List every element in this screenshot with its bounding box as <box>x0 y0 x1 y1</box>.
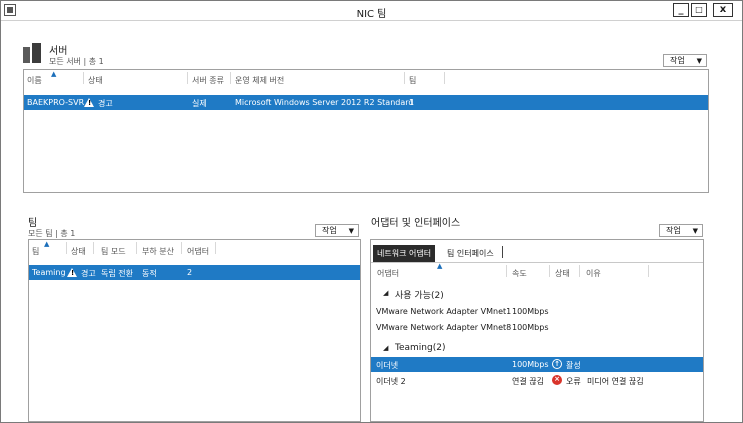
error-x-circle-icon: × <box>552 375 562 385</box>
chevron-down-icon: ▼ <box>692 227 698 235</box>
server-type: 실제 <box>192 99 207 108</box>
adapter-name: 이더넷 <box>376 361 399 370</box>
main-content: 서버 모든 서버 | 총 1 작업 ▼ ▲ 이름 상태 서버 종류 운영 체제 … <box>1 21 742 422</box>
col-header-speed[interactable]: 속도 <box>512 268 527 279</box>
servers-subtitle: 모든 서버 | 총 1 <box>49 57 104 66</box>
server-name: BAEKPRO-SVR <box>27 98 85 107</box>
adapter-name: 이더넷 2 <box>376 377 406 386</box>
adapter-speed: 100Mbps <box>512 360 549 369</box>
adapter-state: 활성 <box>566 361 581 370</box>
chevron-down-icon: ▼ <box>696 57 702 65</box>
table-row[interactable]: 이더넷 2 연결 끊김 × 오류 미디어 연결 끊김 <box>371 373 703 388</box>
collapse-triangle-icon[interactable]: ◢ <box>383 289 388 297</box>
sort-ascending-icon: ▲ <box>51 70 57 78</box>
servers-grid[interactable]: ▲ 이름 상태 서버 종류 운영 체제 버전 팀 BAEKPRO-SVR 경고 … <box>23 69 709 193</box>
servers-title: 서버 <box>49 46 68 57</box>
adapters-title: 어댑터 및 인터페이스 <box>371 218 461 229</box>
sort-ascending-icon: ▲ <box>437 262 443 270</box>
team-adapter-count: 2 <box>187 268 193 277</box>
col-header-team-mode[interactable]: 팀 모드 <box>101 246 126 257</box>
chevron-down-icon: ▼ <box>348 227 354 235</box>
col-header-reason[interactable]: 이유 <box>586 268 601 279</box>
adapter-speed: 연결 끊김 <box>512 377 544 386</box>
tab-team-interfaces[interactable]: 팀 인터페이스 <box>447 248 494 259</box>
teams-tasks-label: 작업 <box>322 226 337 235</box>
nic-team-window: NIC 팀 _ □ x 서버 모든 서버 | 총 1 작업 ▼ ▲ 이름 상태 … <box>0 0 743 423</box>
col-header-name[interactable]: 이름 <box>27 75 42 86</box>
adapters-panel: 네트워크 어댑터 팀 인터페이스 ▲ 어댑터 속도 상태 이유 ◢ 사용 가능(… <box>370 239 704 422</box>
tab-network-adapters[interactable]: 네트워크 어댑터 <box>373 245 436 262</box>
server-os: Microsoft Windows Server 2012 R2 Standar… <box>235 98 414 107</box>
adapters-tasks-button[interactable]: 작업 ▼ <box>659 224 703 237</box>
close-button[interactable]: x <box>713 3 733 17</box>
teams-subtitle: 모든 팀 | 총 1 <box>28 229 76 238</box>
sort-ascending-icon: ▲ <box>44 240 50 248</box>
arrow-up-circle-icon: ↑ <box>552 359 562 369</box>
table-row[interactable]: 이더넷 100Mbps ↑ 활성 <box>371 357 703 372</box>
col-header-state[interactable]: 상태 <box>555 268 570 279</box>
group-teaming: Teaming(2) <box>395 343 446 353</box>
col-header-os-version[interactable]: 운영 체제 버전 <box>235 75 284 86</box>
table-row[interactable]: BAEKPRO-SVR 경고 실제 Microsoft Windows Serv… <box>24 95 708 110</box>
collapse-triangle-icon[interactable]: ◢ <box>383 344 388 352</box>
col-header-team-status[interactable]: 상태 <box>71 246 86 257</box>
adapter-speed: 100Mbps <box>512 323 549 332</box>
maximize-button[interactable]: □ <box>691 3 707 17</box>
team-mode: 독립 전환 <box>101 269 133 278</box>
adapter-reason: 미디어 연결 끊김 <box>587 377 644 386</box>
col-header-teams[interactable]: 팀 <box>409 75 416 86</box>
team-load-balancing: 동적 <box>142 269 157 278</box>
col-header-server-type[interactable]: 서버 종류 <box>192 75 224 86</box>
servers-tasks-label: 작업 <box>670 56 685 65</box>
col-header-adapters[interactable]: 어댑터 <box>187 246 209 257</box>
adapter-state: 오류 <box>566 377 581 386</box>
minimize-button[interactable]: _ <box>673 3 689 17</box>
col-header-team[interactable]: 팀 <box>32 246 39 257</box>
adapter-name[interactable]: VMware Network Adapter VMnet1 <box>376 307 511 316</box>
server-teams: 1 <box>409 98 415 107</box>
adapter-speed: 100Mbps <box>512 307 549 316</box>
server-icon <box>23 43 41 63</box>
warning-icon <box>67 268 77 277</box>
group-available: 사용 가능(2) <box>395 291 444 301</box>
warning-icon <box>84 98 94 107</box>
teams-title: 팀 <box>28 218 38 229</box>
adapters-tasks-label: 작업 <box>666 226 681 235</box>
title-bar: NIC 팀 _ □ x <box>1 1 742 21</box>
window-title: NIC 팀 <box>356 9 387 20</box>
team-name: Teaming <box>32 268 66 277</box>
adapter-name[interactable]: VMware Network Adapter VMnet8 <box>376 323 511 332</box>
servers-tasks-button[interactable]: 작업 ▼ <box>663 54 707 67</box>
col-header-status[interactable]: 상태 <box>88 75 103 86</box>
teams-grid[interactable]: ▲ 팀 상태 팀 모드 부하 분산 어댑터 Teaming 경고 독립 전환 동… <box>28 239 361 422</box>
server-status: 경고 <box>98 99 113 108</box>
col-header-load-balancing[interactable]: 부하 분산 <box>142 246 174 257</box>
team-status: 경고 <box>81 269 96 278</box>
teams-tasks-button[interactable]: 작업 ▼ <box>315 224 359 237</box>
col-header-adapter[interactable]: 어댑터 <box>377 268 399 279</box>
table-row[interactable]: Teaming 경고 독립 전환 동적 2 <box>29 265 360 280</box>
